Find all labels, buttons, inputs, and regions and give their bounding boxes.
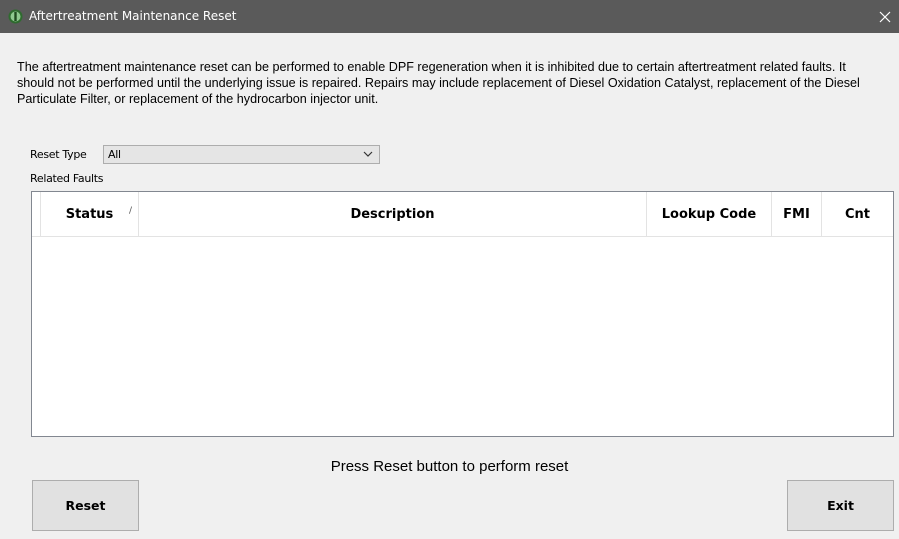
close-button[interactable]: [871, 0, 899, 33]
related-faults-grid[interactable]: Status / Description Lookup Code FMI Cnt: [31, 191, 894, 437]
column-header-status[interactable]: Status /: [41, 192, 139, 236]
grid-body: [32, 236, 893, 436]
related-faults-label: Related Faults: [30, 172, 104, 185]
close-icon: [879, 11, 891, 22]
column-header-label: Description: [350, 206, 435, 222]
reset-type-value: All: [108, 148, 121, 161]
sort-indicator-icon: /: [128, 206, 132, 216]
column-header-description[interactable]: Description: [139, 192, 647, 236]
grid-header: Status / Description Lookup Code FMI Cnt: [32, 192, 893, 237]
intro-text: The aftertreatment maintenance reset can…: [17, 60, 860, 106]
reset-button[interactable]: Reset: [32, 480, 139, 531]
title-bar: Aftertreatment Maintenance Reset: [0, 0, 899, 33]
row-header-column: [32, 192, 41, 236]
column-header-label: Lookup Code: [661, 206, 757, 222]
reset-type-dropdown[interactable]: All: [103, 145, 380, 164]
status-message: Press Reset button to perform reset: [330, 458, 569, 475]
window-title: Aftertreatment Maintenance Reset: [29, 9, 237, 23]
reset-type-label: Reset Type: [30, 148, 87, 161]
app-logo-icon: [8, 9, 23, 24]
column-header-label: FMI: [783, 206, 810, 222]
exit-button[interactable]: Exit: [787, 480, 894, 531]
chevron-down-icon: [363, 151, 373, 157]
column-header-fmi[interactable]: FMI: [772, 192, 822, 236]
column-header-cnt[interactable]: Cnt: [822, 192, 893, 236]
column-header-label: Status: [65, 206, 114, 222]
column-header-lookup-code[interactable]: Lookup Code: [647, 192, 772, 236]
column-header-label: Cnt: [844, 206, 870, 222]
